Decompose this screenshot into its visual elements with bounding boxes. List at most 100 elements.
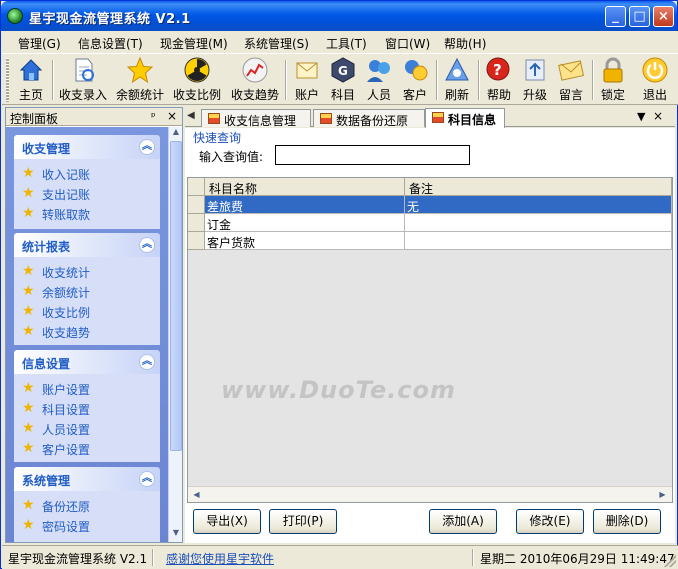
- toolbar-balance-button[interactable]: 余额统计: [114, 56, 166, 104]
- title-bar[interactable]: 星宇现金流管理系统 V2.1 _ □ ×: [1, 1, 677, 31]
- row-indicator[interactable]: [188, 196, 205, 214]
- toolbar-people-button[interactable]: 人员: [362, 56, 396, 104]
- toolbar-lock-button[interactable]: 锁定: [596, 56, 630, 104]
- toolbar-customer-button[interactable]: 客户: [398, 56, 432, 104]
- toolbar-ratio-label: 收支比例: [172, 88, 221, 102]
- help-icon: ?: [485, 56, 513, 84]
- column-header-name[interactable]: 科目名称: [205, 178, 405, 196]
- toolbar-category-label: 科目: [330, 88, 355, 102]
- tab-list-dropdown-icon[interactable]: ▼: [637, 110, 645, 123]
- chevron-up-icon[interactable]: ︽: [139, 139, 155, 155]
- toolbar-account-label: 账户: [294, 88, 319, 102]
- menu-window[interactable]: 窗口(W): [385, 35, 430, 52]
- group-body: ★ 备份还原 ★ 密码设置: [14, 491, 160, 542]
- toolbar-help-button[interactable]: ? 帮助: [482, 56, 516, 104]
- scroll-left-icon[interactable]: ◀: [189, 488, 204, 502]
- print-button[interactable]: 打印(P): [269, 509, 337, 534]
- toolbar-account-button[interactable]: 账户: [290, 56, 324, 104]
- toolbar-entry-button[interactable]: 收支录入: [57, 56, 109, 104]
- category-table: 科目名称 备注 差旅费 无 订金 客户货款 ◀ ▶: [187, 177, 673, 503]
- chevron-up-icon[interactable]: ︽: [139, 471, 155, 487]
- toolbar-grip[interactable]: [6, 58, 9, 102]
- group-header[interactable]: 收支管理 ︽: [14, 135, 160, 159]
- toolbar-message-button[interactable]: 留言: [554, 56, 588, 104]
- menu-tools[interactable]: 工具(T): [326, 35, 367, 52]
- panel-close-icon[interactable]: ×: [167, 109, 177, 123]
- group-header[interactable]: 统计报表 ︽: [14, 233, 160, 257]
- status-thanks-link[interactable]: 感谢您使用星宇软件: [166, 550, 274, 567]
- toolbar-trend-button[interactable]: 收支趋势: [229, 56, 281, 104]
- column-header-note[interactable]: 备注: [405, 178, 672, 196]
- toolbar-ratio-button[interactable]: 收支比例: [171, 56, 223, 104]
- menu-manage[interactable]: 管理(G): [18, 35, 61, 52]
- menu-system-management[interactable]: 系统管理(S): [244, 35, 309, 52]
- cell-name[interactable]: 订金: [205, 214, 405, 232]
- edit-button[interactable]: 修改(E): [516, 509, 584, 534]
- group-header[interactable]: 系统管理 ︽: [14, 467, 160, 491]
- tab-category-info[interactable]: 科目信息: [425, 108, 505, 128]
- toolbar-help-label: 帮助: [486, 88, 511, 102]
- search-value-label: 输入查询值:: [199, 150, 264, 164]
- status-bar: 星宇现金流管理系统 V2.1 感谢您使用星宇软件 星期二 2010年06月29日…: [2, 545, 678, 569]
- menu-help[interactable]: 帮助(H): [444, 35, 486, 52]
- chevron-up-icon[interactable]: ︽: [139, 237, 155, 253]
- tab-backup-restore[interactable]: 数据备份还原: [313, 109, 425, 128]
- tab-income-expense[interactable]: 收支信息管理: [201, 109, 311, 128]
- cell-name[interactable]: 差旅费: [205, 196, 405, 214]
- group-header[interactable]: 信息设置 ︽: [14, 350, 160, 374]
- sidebar-scrollbar[interactable]: ▲ ▼: [168, 127, 182, 542]
- scroll-right-icon[interactable]: ▶: [655, 488, 670, 502]
- toolbar-refresh-button[interactable]: 刷新: [440, 56, 474, 104]
- watermark: www.DuoTe.com: [221, 376, 456, 404]
- delete-button[interactable]: 删除(D): [593, 509, 661, 534]
- star-icon: ★: [22, 400, 35, 416]
- menu-info-settings[interactable]: 信息设置(T): [78, 35, 143, 52]
- chevron-up-icon[interactable]: ︽: [139, 354, 155, 370]
- tab-label: 科目信息: [448, 113, 497, 127]
- toolbar-category-button[interactable]: G 科目: [326, 56, 360, 104]
- maximize-button[interactable]: □: [629, 6, 650, 27]
- cell-name[interactable]: 客户货款: [205, 232, 405, 250]
- document-icon: [69, 56, 97, 84]
- scrollbar-thumb[interactable]: [170, 141, 182, 451]
- cell-note[interactable]: 无: [405, 196, 672, 214]
- upgrade-icon: [521, 56, 549, 84]
- star-icon: ★: [22, 283, 35, 299]
- toolbar-home-button[interactable]: 主页: [12, 56, 50, 104]
- close-button[interactable]: ×: [653, 6, 674, 27]
- star-icon: ★: [22, 263, 35, 279]
- category-icon: G: [329, 56, 357, 84]
- scroll-down-icon[interactable]: ▼: [170, 528, 182, 541]
- column-header-label: 科目名称: [209, 182, 258, 196]
- message-icon: [557, 56, 585, 84]
- table-row[interactable]: 差旅费 无: [188, 196, 672, 214]
- minimize-button[interactable]: _: [605, 6, 626, 27]
- table-row[interactable]: 客户货款: [188, 232, 672, 250]
- tab-close-icon[interactable]: ×: [653, 109, 663, 123]
- row-indicator[interactable]: [188, 214, 205, 232]
- star-icon: [126, 56, 154, 84]
- toolbar-exit-button[interactable]: 退出: [638, 56, 672, 104]
- table-row[interactable]: 订金: [188, 214, 672, 232]
- search-input[interactable]: [275, 145, 470, 165]
- star-icon: ★: [22, 440, 35, 456]
- resize-grip-icon[interactable]: [664, 555, 676, 567]
- star-icon: ★: [22, 380, 35, 396]
- table-horizontal-scrollbar[interactable]: ◀ ▶: [188, 486, 672, 502]
- add-button[interactable]: 添加(A): [429, 509, 497, 534]
- sidebar-item-label: 备份还原: [42, 500, 91, 514]
- window-title: 星宇现金流管理系统 V2.1: [29, 12, 191, 27]
- cell-text: 差旅费: [207, 200, 244, 214]
- star-icon: ★: [22, 165, 35, 181]
- sidebar-item-label: 收支比例: [42, 306, 91, 320]
- cell-note[interactable]: [405, 232, 672, 250]
- cell-note[interactable]: [405, 214, 672, 232]
- row-indicator[interactable]: [188, 232, 205, 250]
- scroll-up-icon[interactable]: ▲: [170, 127, 182, 140]
- toolbar-upgrade-button[interactable]: 升级: [518, 56, 552, 104]
- menu-cash-management[interactable]: 现金管理(M): [160, 35, 228, 52]
- pin-icon[interactable]: ᵖ: [151, 110, 156, 123]
- export-button[interactable]: 导出(X): [193, 509, 261, 534]
- control-panel-body: 收支管理 ︽ ★ 收入记账 ★ 支出记账 ★ 转账取款 统计报表 ︽ ★ 收支统…: [6, 127, 182, 542]
- tab-scroll-left-icon[interactable]: ◀: [187, 110, 195, 121]
